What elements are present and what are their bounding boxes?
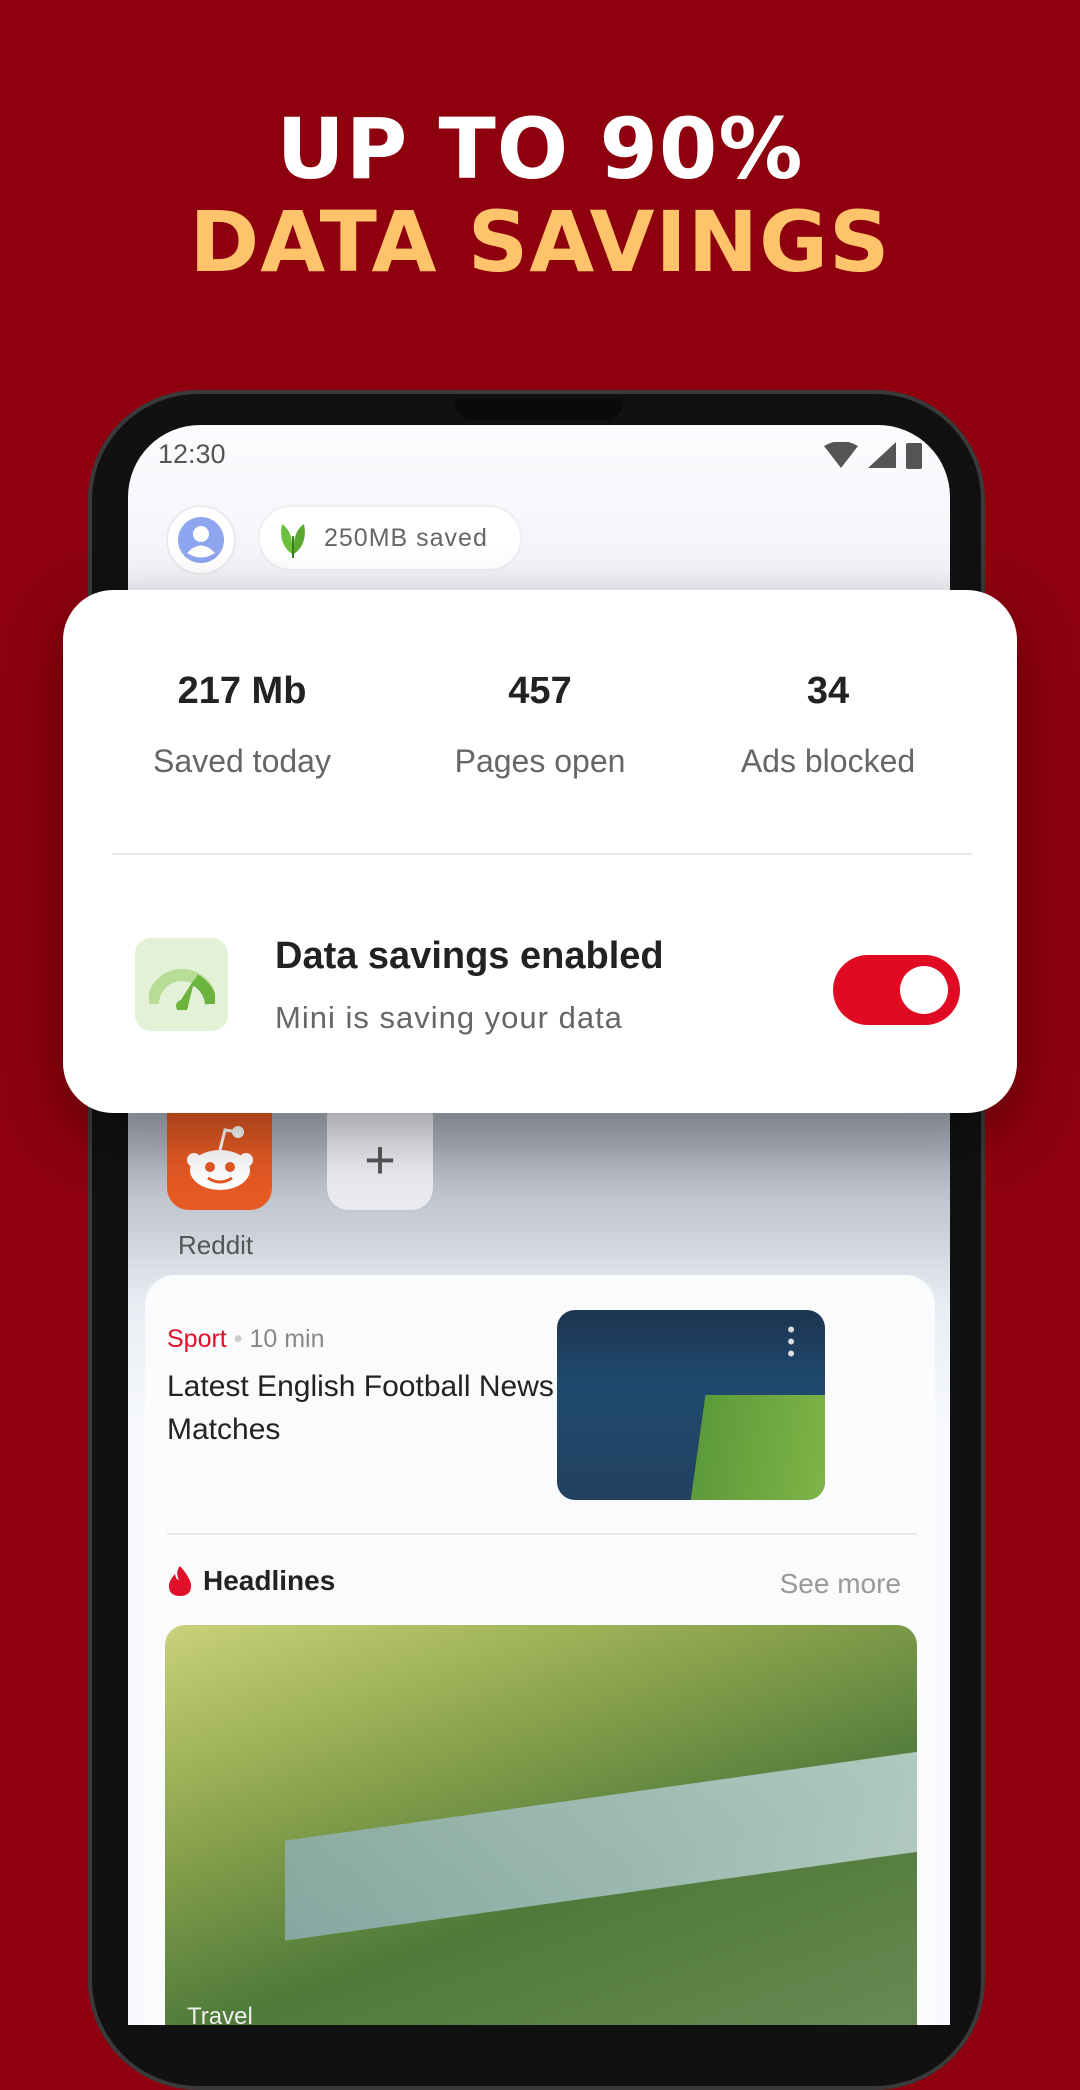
stat-value: 34 [806, 670, 850, 712]
profile-avatar-button[interactable] [166, 505, 236, 575]
stat-label: Ads blocked [740, 743, 916, 779]
news-time: 10 min [249, 1325, 325, 1353]
status-time: 12:30 [158, 439, 226, 469]
headlines-header: Headlines [167, 1565, 335, 1597]
data-savings-card: 217 Mb Saved today 457 Pages open 34 Ads… [63, 590, 1017, 1113]
battery-icon [906, 443, 922, 469]
data-savings-subtitle: Mini is saving your data [275, 1000, 623, 1035]
headline-line1: UP TO 90% [276, 100, 804, 198]
news-meta: Sport • 10 min [167, 1325, 324, 1354]
stat-value: 457 [508, 670, 572, 712]
fire-icon [168, 1566, 192, 1596]
toggle-knob [900, 966, 948, 1014]
news-category[interactable]: Sport [167, 1325, 227, 1353]
more-options-icon[interactable]: • • • [787, 1319, 795, 1365]
news-thumbnail[interactable]: • • • [557, 1310, 825, 1500]
headlines-title: Headlines [203, 1565, 336, 1596]
wifi-icon [824, 442, 858, 468]
signal-icon [868, 442, 896, 468]
train-image [285, 1749, 917, 1941]
stat-value: 217 Mb [177, 670, 307, 712]
leaf-icon [281, 524, 305, 558]
stat-label: Pages open [454, 743, 626, 779]
add-speed-dial-button[interactable]: + [327, 1110, 433, 1210]
stat-pages-open: 457 Pages open [390, 670, 690, 780]
data-savings-toggle[interactable] [833, 955, 960, 1025]
speedometer-icon [135, 938, 228, 1031]
headline-category: Travel [187, 2003, 253, 2025]
news-title[interactable]: Latest English Football News & Matches [167, 1365, 607, 1451]
status-icons [824, 441, 922, 469]
stat-label: Saved today [153, 743, 331, 779]
data-saved-chip[interactable]: 250MB saved [258, 505, 522, 571]
see-more-link[interactable]: See more [780, 1568, 901, 1600]
headline-line2: DATA SAVINGS [189, 193, 891, 291]
stadium-pitch [690, 1395, 825, 1500]
phone-notch [455, 398, 623, 420]
meta-separator: • [233, 1325, 243, 1353]
reddit-icon [186, 1126, 253, 1190]
divider [167, 1533, 917, 1535]
headline-image[interactable]: Travel [165, 1625, 917, 2025]
user-icon [178, 517, 224, 563]
news-feed: Sport • 10 min Latest English Football N… [145, 1275, 935, 2025]
speed-dial-reddit[interactable] [167, 1110, 272, 1210]
data-saved-text: 250MB saved [324, 523, 488, 552]
speed-dial-label: Reddit [178, 1230, 254, 1260]
divider [112, 853, 972, 855]
stat-ads-blocked: 34 Ads blocked [678, 670, 978, 780]
data-savings-title: Data savings enabled [275, 935, 664, 977]
stat-saved-today: 217 Mb Saved today [92, 670, 392, 780]
